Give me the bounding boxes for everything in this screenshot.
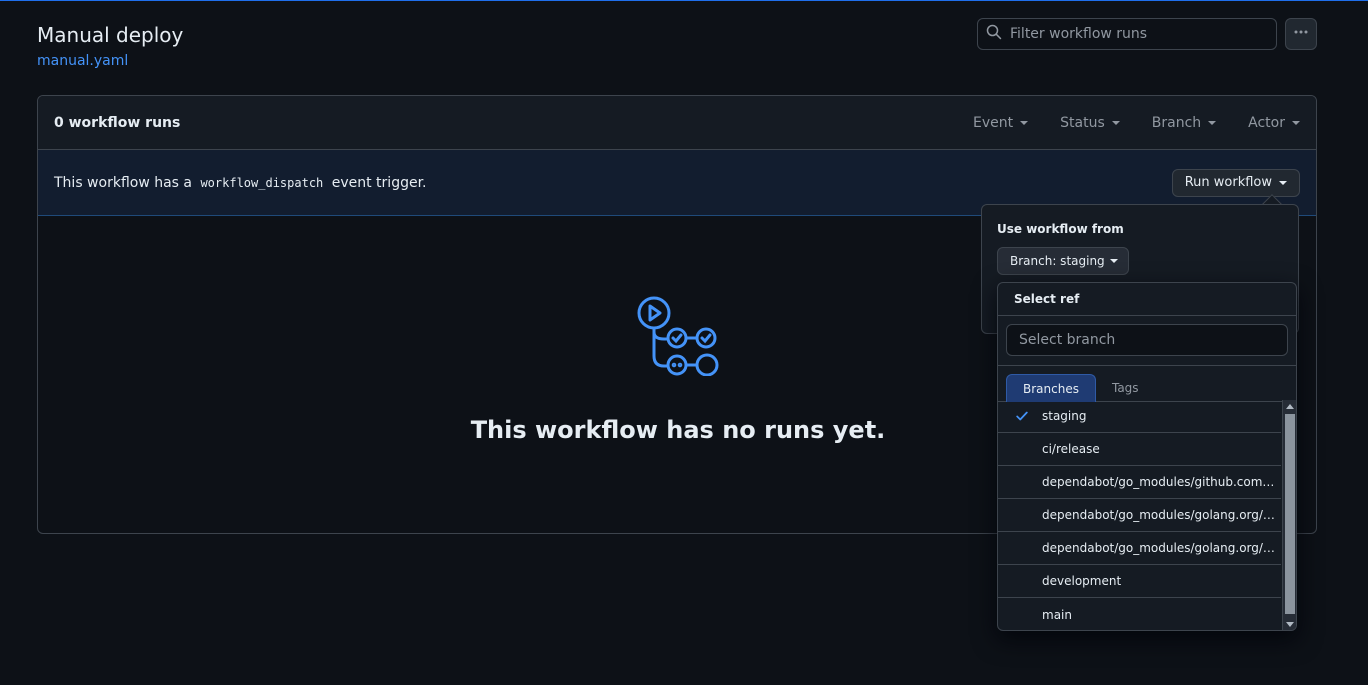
scroll-down-icon[interactable]: [1286, 622, 1294, 627]
branch-item-label: development: [1042, 574, 1122, 588]
branch-item[interactable]: development: [998, 565, 1281, 598]
branch-item[interactable]: dependabot/go_modules/github.com…: [998, 466, 1281, 499]
branch-item-label: staging: [1042, 409, 1087, 423]
chevron-down-icon: [1109, 259, 1118, 263]
branch-select-label: Branch: staging: [1010, 254, 1105, 268]
filter-actor-label: Actor: [1248, 114, 1285, 131]
scroll-up-icon[interactable]: [1286, 404, 1294, 409]
dispatch-text: This workflow has a workflow_dispatch ev…: [54, 175, 427, 191]
select-ref-heading: Select ref: [998, 283, 1296, 316]
filter-branch-label: Branch: [1151, 114, 1202, 131]
filter-runs-search[interactable]: [977, 18, 1277, 50]
filter-event-label: Event: [973, 114, 1014, 131]
kebab-horizontal-icon: [1293, 24, 1309, 44]
runs-filters: Event Status Branch Actor: [973, 115, 1300, 131]
page-header: Manual deploy manual.yaml: [37, 21, 183, 71]
runs-box-header: 0 workflow runs Event Status Branch Acto…: [38, 96, 1316, 150]
branch-filter-input[interactable]: [1006, 324, 1288, 356]
branch-item-label: ci/release: [1042, 442, 1100, 456]
branch-select-button[interactable]: Branch: staging: [997, 247, 1129, 275]
run-workflow-label: Run workflow: [1184, 175, 1272, 190]
run-workflow-button[interactable]: Run workflow: [1171, 168, 1300, 197]
branch-item[interactable]: dependabot/go_modules/golang.org/…: [998, 532, 1281, 565]
chevron-down-icon: [1020, 120, 1029, 125]
select-ref-menu: Select ref Branches Tags staging ci/rele…: [997, 282, 1297, 631]
check-icon: [1015, 409, 1029, 426]
chevron-down-icon: [1111, 120, 1120, 125]
filter-status[interactable]: Status: [1060, 115, 1120, 131]
dispatch-text-after: event trigger.: [331, 174, 427, 191]
chevron-down-icon: [1279, 180, 1287, 185]
branch-item[interactable]: main: [998, 598, 1281, 630]
ref-tabs: Branches Tags: [998, 366, 1296, 402]
search-input[interactable]: [1010, 26, 1260, 42]
workflow-icon: [637, 296, 719, 380]
filter-status-label: Status: [1060, 114, 1105, 131]
scrollbar-thumb[interactable]: [1285, 414, 1295, 614]
use-workflow-label: Use workflow from: [997, 222, 1124, 236]
branch-item-label: dependabot/go_modules/golang.org/…: [1042, 541, 1275, 555]
dispatch-text-before: This workflow has a: [54, 174, 192, 191]
filter-actor[interactable]: Actor: [1248, 115, 1300, 131]
workflow-file-link[interactable]: manual.yaml: [37, 51, 128, 71]
filter-event[interactable]: Event: [973, 114, 1029, 131]
tab-tags[interactable]: Tags: [1096, 374, 1155, 402]
dispatch-code: workflow_dispatch: [200, 175, 324, 190]
chevron-down-icon: [1292, 120, 1300, 125]
branch-item[interactable]: staging: [998, 400, 1281, 433]
branch-item[interactable]: ci/release: [998, 433, 1281, 466]
page-title: Manual deploy: [37, 23, 184, 47]
tab-branches[interactable]: Branches: [1006, 374, 1096, 402]
branch-item-label: dependabot/go_modules/github.com…: [1042, 475, 1275, 489]
branch-list: staging ci/release dependabot/go_modules…: [998, 400, 1281, 630]
empty-state-title: This workflow has no runs yet.: [470, 416, 886, 444]
branch-item[interactable]: dependabot/go_modules/golang.org/…: [998, 499, 1281, 532]
ref-filter-container: [998, 316, 1296, 366]
branch-item-label: main: [1042, 607, 1072, 622]
branch-item-label: dependabot/go_modules/golang.org/…: [1042, 508, 1275, 522]
chevron-down-icon: [1208, 120, 1217, 125]
search-icon: [986, 24, 1002, 44]
runs-count: 0 workflow runs: [54, 114, 181, 131]
branch-list-scrollbar[interactable]: [1282, 400, 1296, 630]
filter-branch[interactable]: Branch: [1151, 114, 1217, 131]
more-options-button[interactable]: [1285, 18, 1317, 50]
